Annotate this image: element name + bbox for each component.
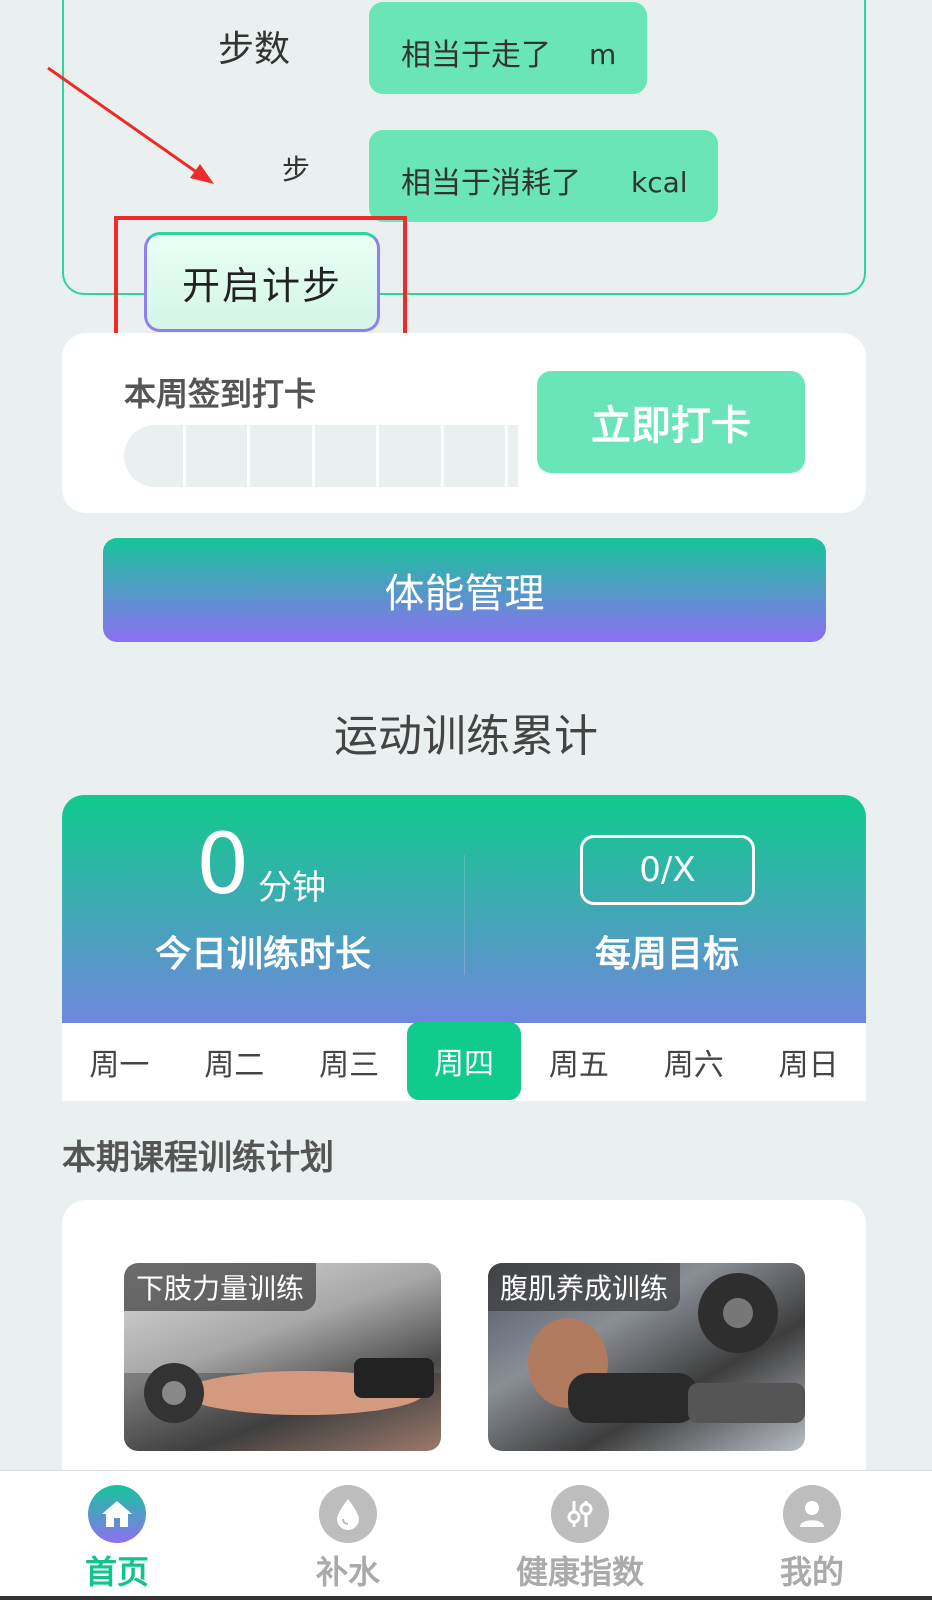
fitness-management-button[interactable]: 体能管理	[103, 538, 826, 642]
course-plan-title: 本期课程训练计划	[62, 1138, 334, 1178]
checkin-day-segment	[250, 425, 315, 487]
checkin-day-segment	[379, 425, 444, 487]
weekly-checkin-card: 本周签到打卡 立即打卡	[62, 333, 866, 513]
today-training-unit: 分钟	[258, 868, 326, 908]
day-tab-fri[interactable]: 周五	[521, 1023, 636, 1101]
checkin-now-button[interactable]: 立即打卡	[537, 371, 805, 473]
day-tab-sun[interactable]: 周日	[751, 1023, 866, 1101]
bottom-navigation: 首页 补水 健康指数 我的	[0, 1470, 932, 1600]
course-card-leg-strength[interactable]: 下肢力量训练	[124, 1263, 441, 1451]
user-icon	[783, 1485, 841, 1543]
course-label: 腹肌养成训练	[488, 1263, 681, 1311]
course-card-abs-training[interactable]: 腹肌养成训练	[488, 1263, 805, 1451]
checkin-day-segment	[444, 425, 509, 487]
checkin-title: 本周签到打卡	[124, 375, 317, 413]
nav-health-index[interactable]: 健康指数	[500, 1485, 660, 1593]
weekly-goal-value[interactable]: 0/X	[580, 835, 755, 905]
home-icon	[88, 1485, 146, 1543]
nav-label-profile: 我的	[779, 1553, 844, 1591]
nav-label-water: 补水	[315, 1553, 380, 1591]
start-step-count-button[interactable]: 开启计步	[144, 232, 380, 332]
distance-prefix: 相当于走了	[401, 38, 551, 73]
course-label: 下肢力量训练	[124, 1263, 317, 1311]
day-tab-sat[interactable]: 周六	[636, 1023, 751, 1101]
weekly-goal-label: 每周目标	[595, 934, 740, 975]
week-day-selector: 周一 周二 周三 周四 周五 周六 周日	[62, 1022, 866, 1101]
checkin-day-segment	[124, 425, 186, 487]
nav-profile[interactable]: 我的	[732, 1485, 892, 1593]
stats-divider	[464, 855, 465, 975]
nav-label-home: 首页	[84, 1553, 149, 1591]
training-stats-card: 0 分钟 今日训练时长 0/X 每周目标	[62, 795, 866, 1023]
calorie-pill: 相当于消耗了 kcal	[369, 130, 718, 222]
water-drop-icon	[319, 1485, 377, 1543]
distance-pill: 相当于走了 m	[369, 2, 647, 94]
checkin-progress-bar	[124, 425, 518, 487]
checkin-day-segment	[508, 425, 518, 487]
day-tab-wed[interactable]: 周三	[292, 1023, 407, 1101]
system-gesture-bar	[0, 1596, 932, 1600]
day-tab-tue[interactable]: 周二	[177, 1023, 292, 1101]
calorie-prefix: 相当于消耗了	[401, 166, 581, 201]
course-plan-card: 下肢力量训练 腹肌养成训练	[62, 1200, 866, 1490]
nav-water[interactable]: 补水	[268, 1485, 428, 1593]
distance-unit: m	[589, 38, 617, 71]
calorie-unit: kcal	[631, 166, 688, 199]
checkin-day-segment	[315, 425, 380, 487]
checkin-day-segment	[186, 425, 251, 487]
steps-label: 步数	[218, 29, 291, 70]
nav-home[interactable]: 首页	[37, 1485, 197, 1593]
today-training-value: 0	[196, 815, 250, 913]
steps-unit: 步	[282, 153, 311, 186]
nav-label-health: 健康指数	[515, 1553, 644, 1591]
sliders-icon	[551, 1485, 609, 1543]
day-tab-thu[interactable]: 周四	[406, 1022, 522, 1100]
day-tab-mon[interactable]: 周一	[62, 1023, 177, 1101]
today-training-label: 今日训练时长	[155, 934, 372, 975]
training-section-title: 运动训练累计	[334, 711, 598, 762]
